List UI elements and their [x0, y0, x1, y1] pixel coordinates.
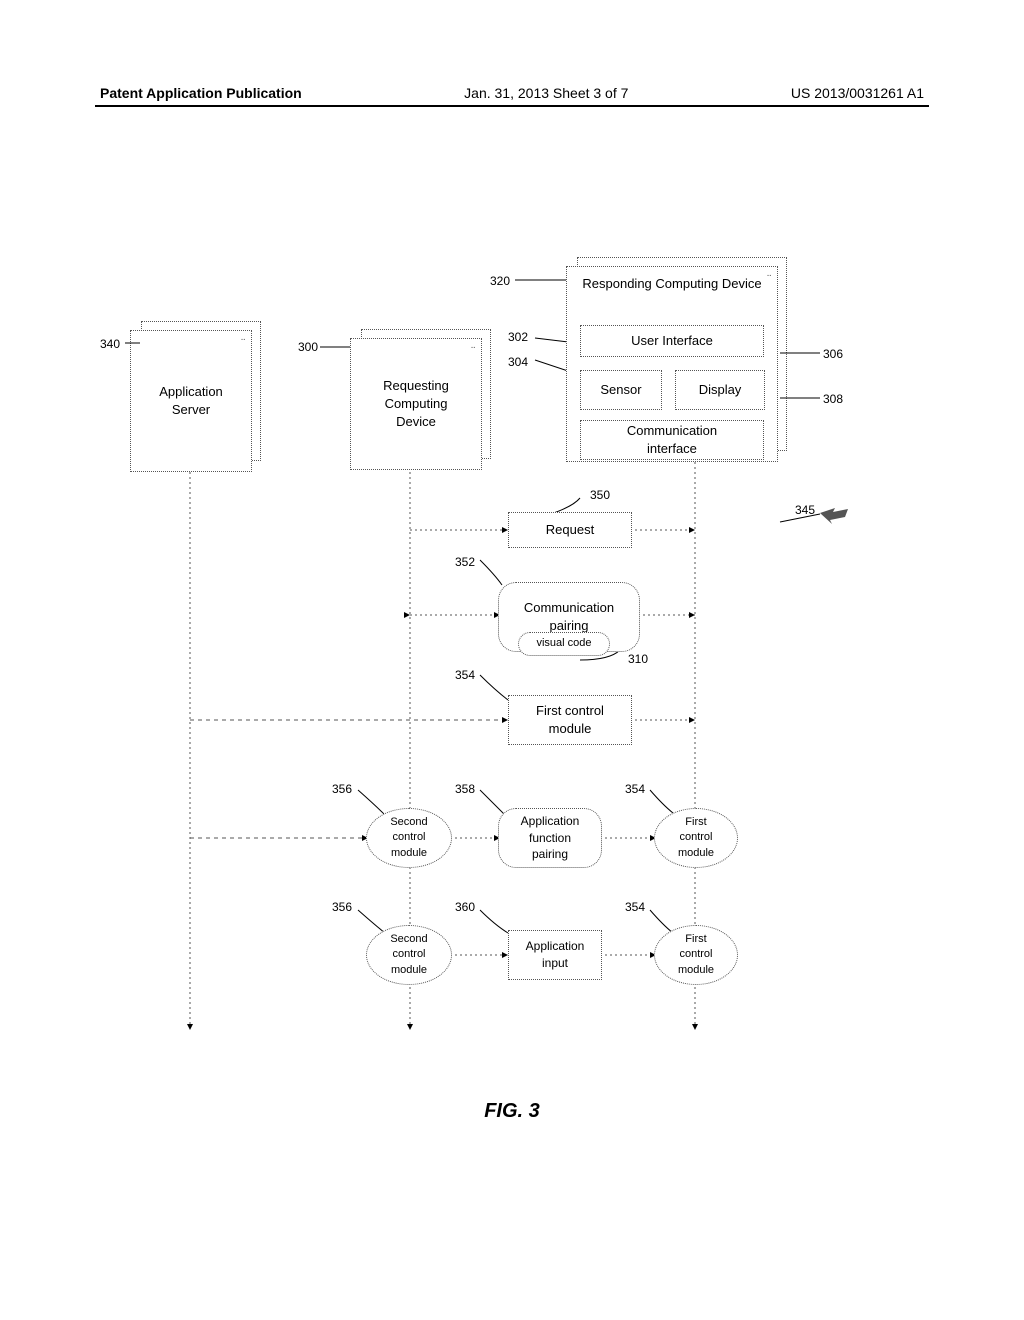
- user-interface-label: User Interface: [631, 332, 713, 350]
- app-function-pairing-label: Application function pairing: [521, 813, 580, 863]
- request-box: Request: [508, 512, 632, 548]
- ref-354-a: 354: [455, 668, 475, 682]
- ref-354-c: 354: [625, 900, 645, 914]
- second-control-module-label-2: Second control module: [390, 932, 427, 978]
- header-right: US 2013/0031261 A1: [791, 85, 924, 101]
- header-rule: [95, 105, 929, 107]
- figure-label: FIG. 3: [0, 1100, 1024, 1123]
- visual-code-label: visual code: [536, 636, 591, 651]
- application-input-label: Application input: [526, 938, 585, 972]
- ref-308: 308: [823, 392, 843, 406]
- ref-304: 304: [508, 355, 528, 369]
- ref-302: 302: [508, 330, 528, 344]
- sensor-box: Sensor: [580, 370, 662, 410]
- first-control-module-small-box-1: First control module: [654, 808, 738, 868]
- first-control-module-small-label-1: First control module: [678, 815, 714, 861]
- ref-358: 358: [455, 782, 475, 796]
- application-input-box: Application input: [508, 930, 602, 980]
- second-control-module-label-1: Second control module: [390, 815, 427, 861]
- application-server-label: Application Server: [159, 383, 223, 419]
- display-label: Display: [699, 381, 742, 399]
- ref-356-b: 356: [332, 900, 352, 914]
- comm-interface-box: Communication interface: [580, 420, 764, 460]
- comm-pairing-label: Communication pairing: [524, 599, 614, 635]
- application-server-box: ·· Application Server: [130, 330, 252, 472]
- first-control-module-small-label-2: First control module: [678, 932, 714, 978]
- second-control-module-box-2: Second control module: [366, 925, 452, 985]
- visual-code-box: visual code: [518, 632, 610, 656]
- comm-interface-label: Communication interface: [627, 422, 717, 458]
- header-center: Jan. 31, 2013 Sheet 3 of 7: [464, 85, 628, 101]
- ref-354-b: 354: [625, 782, 645, 796]
- page: Patent Application Publication Jan. 31, …: [0, 0, 1024, 1320]
- sensor-label: Sensor: [600, 381, 641, 399]
- header-left: Patent Application Publication: [100, 85, 302, 101]
- first-control-module-label: First control module: [536, 702, 604, 738]
- ref-340: 340: [100, 337, 120, 351]
- responding-device-label: Responding Computing Device: [567, 275, 777, 293]
- second-control-module-box-1: Second control module: [366, 808, 452, 868]
- ref-356-a: 356: [332, 782, 352, 796]
- app-function-pairing-box: Application function pairing: [498, 808, 602, 868]
- ref-306: 306: [823, 347, 843, 361]
- requesting-device-label: Requesting Computing Device: [383, 377, 449, 432]
- ref-320: 320: [490, 274, 510, 288]
- ref-360: 360: [455, 900, 475, 914]
- requesting-device-box: ·· Requesting Computing Device: [350, 338, 482, 470]
- ref-352: 352: [455, 555, 475, 569]
- ref-350: 350: [590, 488, 610, 502]
- display-box: Display: [675, 370, 765, 410]
- ref-345: 345: [795, 503, 815, 517]
- page-header: Patent Application Publication Jan. 31, …: [0, 85, 1024, 101]
- user-interface-box: User Interface: [580, 325, 764, 357]
- figure-3-diagram: ·· Application Server 340: [100, 230, 930, 1150]
- request-label: Request: [546, 521, 594, 539]
- ref-310: 310: [628, 652, 648, 666]
- first-control-module-small-box-2: First control module: [654, 925, 738, 985]
- ref-300: 300: [298, 340, 318, 354]
- first-control-module-box: First control module: [508, 695, 632, 745]
